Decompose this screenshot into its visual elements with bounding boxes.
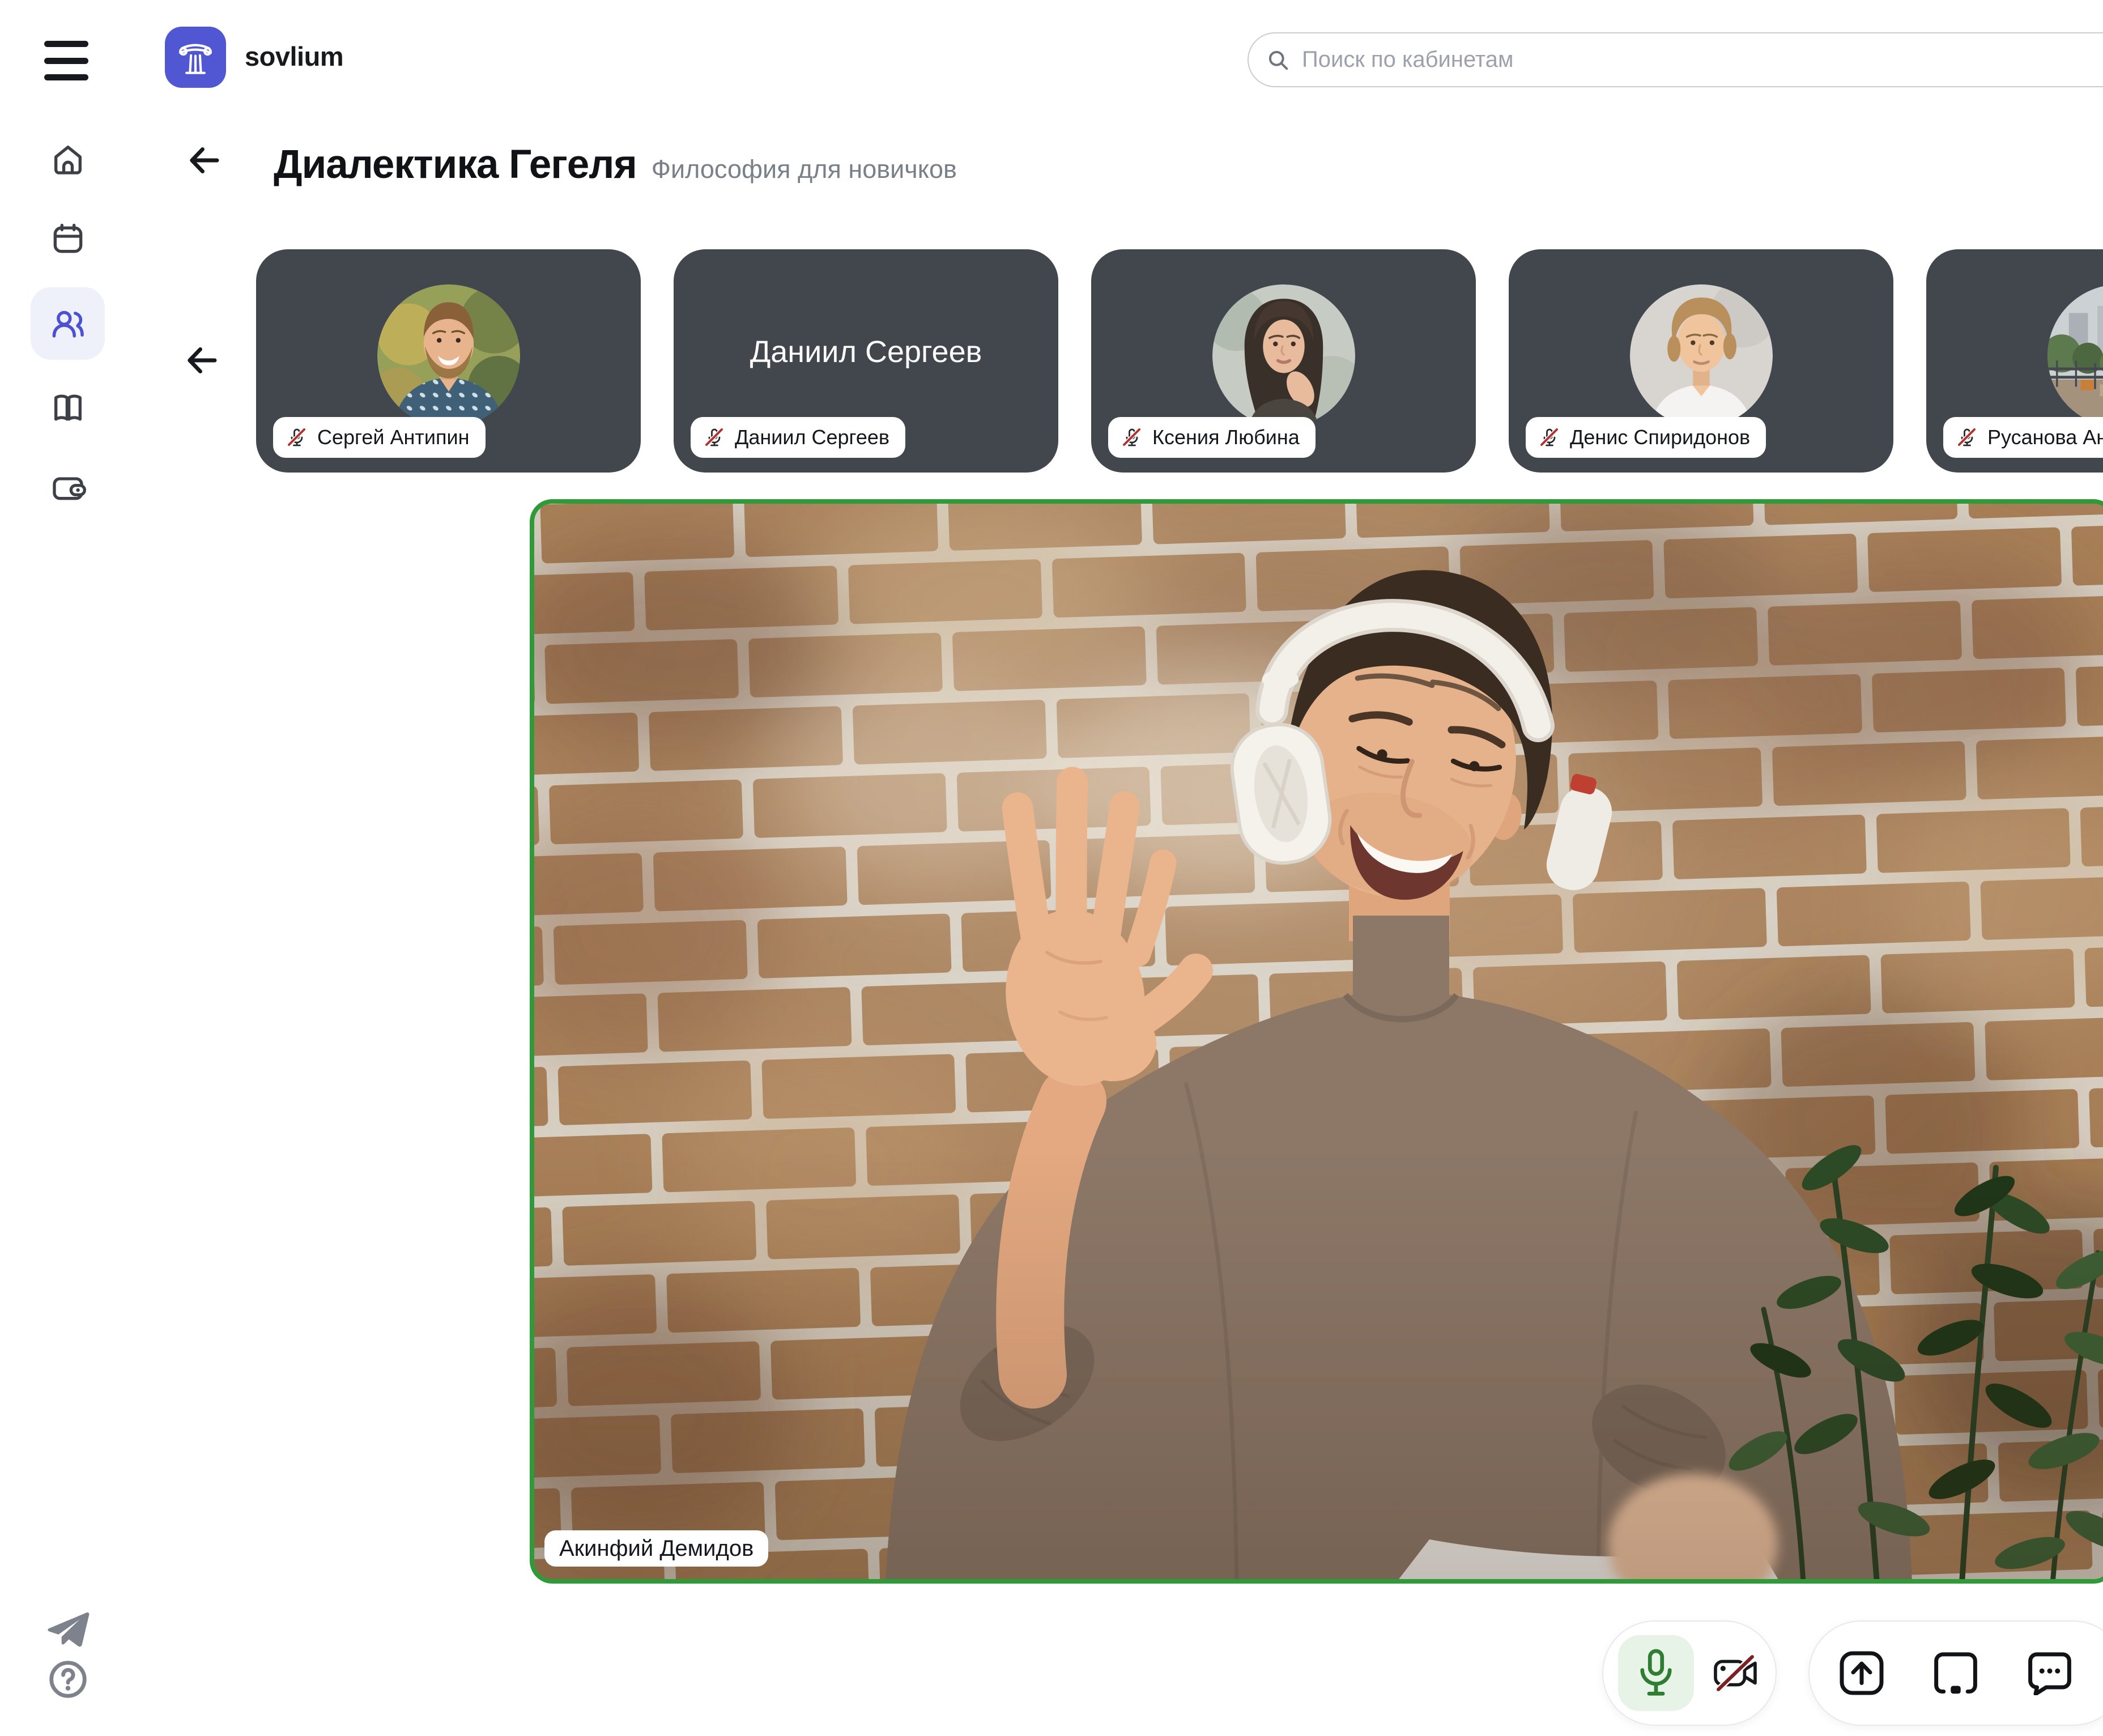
participant-name-label: Сергей Антипин bbox=[273, 417, 486, 458]
participant-tile[interactable]: Даниил Сергеев Даниил Сергеев bbox=[674, 249, 1058, 473]
sidebar-item-participants[interactable] bbox=[31, 287, 105, 360]
screen-share-button[interactable] bbox=[1933, 1651, 1978, 1695]
participants-icon bbox=[50, 305, 86, 342]
search-icon bbox=[1266, 48, 1291, 73]
participant-name-label: Даниил Сергеев bbox=[691, 417, 905, 458]
sidebar-item-library[interactable] bbox=[31, 371, 105, 444]
participant-tile[interactable]: Денис Спиридонов bbox=[1509, 249, 1893, 473]
microphone-button[interactable] bbox=[1618, 1635, 1694, 1711]
participant-tile[interactable]: Ксения Любина bbox=[1091, 249, 1476, 473]
av-controls bbox=[1602, 1620, 1777, 1726]
column-icon bbox=[174, 36, 217, 79]
wallet-icon bbox=[50, 470, 86, 506]
participant-name-label: Русанова Анна bbox=[1943, 417, 2103, 458]
avatar bbox=[1212, 284, 1355, 427]
room-title: Диалектика Гегеля Философия для новичков bbox=[274, 142, 957, 188]
menu-button[interactable] bbox=[44, 41, 88, 80]
screen-share-icon bbox=[1933, 1651, 1978, 1695]
sidebar-item-help[interactable] bbox=[31, 1643, 105, 1716]
chat-icon bbox=[2027, 1651, 2072, 1695]
participant-tile[interactable]: Сергей Антипин bbox=[256, 249, 641, 473]
participant-tile[interactable]: Русанова Анна bbox=[1926, 249, 2103, 473]
search-bar[interactable] bbox=[1248, 32, 2103, 87]
help-icon bbox=[46, 1657, 90, 1701]
app-logo[interactable] bbox=[165, 27, 226, 88]
calendar-icon bbox=[50, 220, 86, 257]
avatar bbox=[2047, 284, 2103, 427]
sidebar-item-home[interactable] bbox=[31, 123, 105, 195]
room-title-text: Диалектика Гегеля bbox=[274, 142, 637, 187]
mic-muted-icon bbox=[286, 426, 308, 449]
participant-center-name: Даниил Сергеев bbox=[674, 334, 1058, 369]
mic-muted-icon bbox=[703, 426, 726, 449]
mic-muted-icon bbox=[1956, 426, 1978, 449]
meeting-controls bbox=[1808, 1620, 2103, 1726]
tiles-back-button[interactable] bbox=[182, 340, 223, 381]
camera-off-icon bbox=[1711, 1653, 1761, 1693]
back-button[interactable] bbox=[185, 140, 225, 181]
sidebar-item-wallet[interactable] bbox=[31, 452, 105, 524]
participant-name-label: Ксения Любина bbox=[1108, 417, 1316, 458]
mic-muted-icon bbox=[1538, 426, 1561, 449]
speaker-name-label: Акинфий Демидов bbox=[544, 1530, 768, 1567]
microphone-on-icon bbox=[1637, 1649, 1675, 1697]
home-icon bbox=[50, 141, 86, 177]
participant-name-label: Денис Спиридонов bbox=[1526, 417, 1766, 458]
search-input[interactable] bbox=[1301, 46, 2103, 73]
brand-name: sovlium bbox=[245, 41, 343, 72]
camera-button[interactable] bbox=[1711, 1653, 1761, 1693]
share-button[interactable] bbox=[1839, 1650, 1884, 1696]
mic-muted-icon bbox=[1121, 426, 1143, 449]
speaker-video-frame bbox=[534, 504, 2103, 1579]
avatar bbox=[377, 284, 520, 427]
avatar bbox=[1630, 284, 1773, 427]
sidebar-item-schedule[interactable] bbox=[31, 202, 105, 275]
chat-button[interactable] bbox=[2027, 1651, 2072, 1695]
room-subtitle: Философия для новичков bbox=[652, 155, 957, 184]
book-icon bbox=[50, 389, 86, 426]
share-icon bbox=[1839, 1650, 1884, 1696]
active-speaker-video[interactable]: Акинфий Демидов bbox=[530, 499, 2103, 1584]
